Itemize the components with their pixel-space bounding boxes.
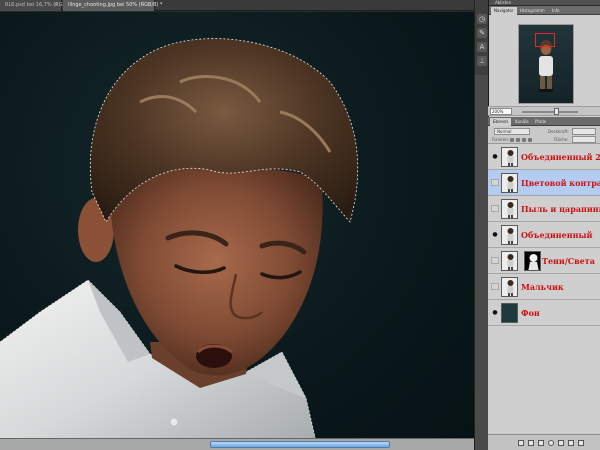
- layer-row[interactable]: Пыль и царапины: [488, 196, 600, 222]
- layers-panel-tabs: Ebenen Kanäle Pfade: [488, 117, 600, 126]
- document-tab-2[interactable]: Ilinge_chooting.jpg bei 50% (RGB/8) * ×: [63, 0, 162, 11]
- lock-transparency-icon[interactable]: [510, 138, 514, 142]
- tab-info[interactable]: Info: [549, 7, 563, 15]
- layer-row[interactable]: Мальчик: [488, 274, 600, 300]
- opacity-input[interactable]: [572, 128, 596, 135]
- tab-navigator[interactable]: Navigator: [491, 7, 517, 15]
- navigator-view-box[interactable]: [535, 33, 555, 47]
- brush-icon[interactable]: ✎: [477, 28, 487, 38]
- adjustment-icon[interactable]: [548, 440, 554, 446]
- fx-icon[interactable]: [528, 440, 534, 446]
- layer-row[interactable]: Тени/Света: [488, 248, 600, 274]
- eye-toggle[interactable]: [491, 179, 499, 186]
- layer-name[interactable]: Тени/Света: [542, 256, 595, 266]
- navigator-zoom-bar: 200%: [488, 106, 600, 116]
- layer-name[interactable]: Пыль и царапины: [521, 204, 600, 214]
- lock-label: Fixieren:: [492, 137, 509, 142]
- group-icon[interactable]: [558, 440, 564, 446]
- layer-name[interactable]: Мальчик: [521, 282, 564, 292]
- link-icon[interactable]: [518, 440, 524, 446]
- layer-name[interactable]: Объединенный: [521, 230, 592, 240]
- tab-paths[interactable]: Pfade: [532, 118, 549, 126]
- layer-row[interactable]: ● Объединенный: [488, 222, 600, 248]
- close-icon[interactable]: ×: [54, 0, 58, 11]
- navigator-preview[interactable]: [518, 24, 574, 104]
- layer-name[interactable]: Цветовой контраст: [521, 178, 600, 188]
- horizontal-scrollbar[interactable]: [0, 438, 474, 450]
- document-tab-1[interactable]: RL6.psd bei 16,7% (RGB/8) * ×: [0, 0, 77, 11]
- layer-name[interactable]: Объединенный 2: [521, 152, 600, 162]
- boy-photo: [0, 38, 359, 450]
- fill-input[interactable]: [572, 136, 596, 143]
- collapsed-tool-strip: ◷ ✎ A ⊥: [474, 0, 488, 75]
- eye-toggle[interactable]: [491, 257, 499, 264]
- layers-list: ● Объединенный 2 Цветовой контраст Пыль …: [488, 144, 600, 434]
- stamp-icon[interactable]: ⊥: [477, 56, 487, 66]
- image-canvas[interactable]: [0, 12, 474, 450]
- layer-row[interactable]: ● Объединенный 2: [488, 144, 600, 170]
- layer-row[interactable]: Цветовой контраст: [488, 170, 600, 196]
- layers-footer: [488, 434, 600, 450]
- new-layer-icon[interactable]: [568, 440, 574, 446]
- history-icon[interactable]: ◷: [477, 14, 487, 24]
- zoom-input[interactable]: 200%: [490, 108, 512, 115]
- fill-label: Fläche:: [554, 137, 569, 142]
- layer-mask-thumbnail[interactable]: [524, 251, 541, 271]
- document-tab-bar: RL6.psd bei 16,7% (RGB/8) * × Ilinge_cho…: [0, 0, 474, 11]
- lock-position-icon[interactable]: [522, 138, 526, 142]
- close-icon[interactable]: ×: [147, 0, 151, 11]
- layer-thumbnail: [501, 303, 518, 323]
- layer-thumbnail: [501, 199, 518, 219]
- eye-toggle[interactable]: [491, 283, 499, 290]
- tab-layers[interactable]: Ebenen: [490, 118, 512, 126]
- eye-icon[interactable]: ●: [491, 231, 499, 238]
- eye-toggle[interactable]: [491, 205, 499, 212]
- vertical-scrollbar[interactable]: [474, 75, 488, 450]
- tab-histogram[interactable]: Histogramm: [517, 7, 548, 15]
- blend-mode-select[interactable]: Normal: [494, 128, 530, 135]
- mask-icon[interactable]: [538, 440, 544, 446]
- layer-name[interactable]: Фон: [521, 308, 540, 318]
- navigator-tabs: Navigator Histogramm Info: [489, 6, 600, 15]
- layer-thumbnail: [501, 147, 518, 167]
- layer-thumbnail: [501, 225, 518, 245]
- zoom-slider-knob[interactable]: [554, 108, 559, 115]
- layer-row[interactable]: ● Фон: [488, 300, 600, 326]
- layers-options: Normal Deckkraft: Fixieren: Fläche:: [488, 126, 600, 144]
- eye-icon[interactable]: ●: [491, 309, 499, 316]
- layer-thumbnail: [501, 251, 518, 271]
- horizontal-scroll-thumb[interactable]: [210, 441, 390, 448]
- layer-thumbnail: [501, 277, 518, 297]
- lock-pixels-icon[interactable]: [516, 138, 520, 142]
- lock-all-icon[interactable]: [528, 138, 532, 142]
- opacity-label: Deckkraft:: [548, 129, 569, 134]
- trash-icon[interactable]: [578, 440, 584, 446]
- tab-channels[interactable]: Kanäle: [512, 118, 532, 126]
- layer-thumbnail: [501, 173, 518, 193]
- type-icon[interactable]: A: [477, 42, 487, 52]
- eye-icon[interactable]: ●: [491, 153, 499, 160]
- zoom-slider[interactable]: [522, 111, 578, 113]
